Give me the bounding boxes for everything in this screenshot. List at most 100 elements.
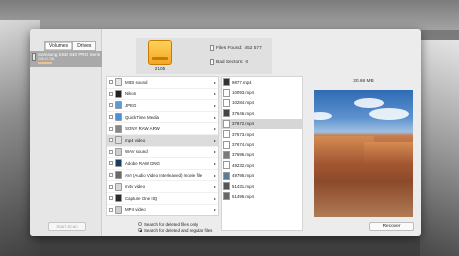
option-label: Search for deleted and regular files <box>144 227 213 233</box>
files-found-label: Files Found: <box>216 45 243 51</box>
bad-sectors-stat: Bad Sectors: 0 <box>210 59 248 65</box>
file-type-item[interactable]: Adobe RAW DNG ▸ <box>107 158 218 170</box>
file-name: 37696.mp4 <box>232 152 254 158</box>
checkbox-icon[interactable] <box>109 103 113 108</box>
chevron-right-icon: ▸ <box>213 114 216 120</box>
file-type-item[interactable]: WAV sound ▸ <box>107 147 218 159</box>
file-thumbnail-icon <box>223 109 230 118</box>
desktop-backdrop-right <box>420 40 459 256</box>
search-options: Search for deleted files only Search for… <box>138 221 212 233</box>
tab-volumes[interactable]: Volumes <box>44 41 74 51</box>
file-thumbnail-icon <box>223 150 230 159</box>
file-type-icon <box>115 182 122 191</box>
radio-icon <box>138 222 142 226</box>
volume-detail: 238.47 GB <box>38 57 55 61</box>
file-thumbnail-icon <box>223 171 230 180</box>
file-type-item[interactable]: JPEG ▸ <box>107 100 218 112</box>
file-item[interactable]: 51496.mp4 <box>222 191 302 201</box>
file-item[interactable]: 37674.mp4 <box>222 139 302 149</box>
file-type-label: MP4 video <box>125 207 146 213</box>
file-type-label: mp4 video <box>125 137 146 143</box>
checkbox-icon[interactable] <box>109 115 113 120</box>
file-name: 37646.mp4 <box>232 110 254 116</box>
checkbox-icon[interactable] <box>109 91 113 96</box>
checkbox-icon[interactable] <box>109 173 113 178</box>
file-type-item[interactable]: SONY RAW ARW ▸ <box>107 123 218 135</box>
file-thumbnail-icon <box>223 192 230 201</box>
drive-icon <box>32 53 36 61</box>
checkbox-icon[interactable] <box>109 138 113 143</box>
file-type-label: AVI (Audio Video Interleaved) movie file <box>125 172 203 178</box>
file-item[interactable]: 37672.mp4 <box>222 118 302 129</box>
file-type-label: WAV sound <box>125 149 148 155</box>
bad-sectors-value: 0 <box>245 59 249 65</box>
file-item[interactable]: 49232.mp4 <box>222 160 302 170</box>
file-item[interactable]: 10284.mp4 <box>222 98 302 108</box>
preview-file-size: 20.66 MB <box>353 79 374 84</box>
file-type-label: MIDI sound <box>125 79 148 85</box>
checkbox-icon[interactable] <box>109 161 113 166</box>
file-name: 49795.mp4 <box>232 173 254 179</box>
file-type-item[interactable]: mp4 video ▸ <box>107 134 218 147</box>
file-type-label: QuickTime Media <box>125 114 159 120</box>
app-window: Volumes Drives Samsung SSD 840 PRO Serie… <box>30 29 421 236</box>
radio-selected-icon <box>138 228 142 232</box>
chevron-right-icon: ▸ <box>213 184 216 190</box>
file-item[interactable]: 37673.mp4 <box>222 129 302 139</box>
file-type-label: JPEG <box>125 102 137 108</box>
file-type-label: Nikon <box>125 91 137 97</box>
file-type-item[interactable]: MP4 video ▸ <box>107 205 218 215</box>
option-deleted-and-regular[interactable]: Search for deleted and regular files <box>138 227 212 233</box>
file-name: 10284.mp4 <box>232 100 254 106</box>
chevron-right-icon: ▸ <box>213 207 216 213</box>
file-thumbnail-icon <box>223 119 230 128</box>
file-thumbnail-icon <box>223 182 230 191</box>
volume-item[interactable]: Samsung SSD 840 PRO Series 238.47 GB <box>30 51 102 67</box>
file-type-item[interactable]: Nikon ▸ <box>107 89 218 101</box>
file-name: 37673.mp4 <box>232 131 254 137</box>
file-type-item[interactable]: AVI (Audio Video Interleaved) movie file… <box>107 170 218 182</box>
file-item[interactable]: 37646.mp4 <box>222 108 302 118</box>
chevron-right-icon: ▸ <box>213 172 216 178</box>
checkbox-icon[interactable] <box>109 196 113 201</box>
file-name: 51496.mp4 <box>232 193 254 199</box>
chevron-right-icon: ▸ <box>213 149 216 155</box>
file-thumbnail-icon <box>223 98 230 107</box>
chevron-right-icon: ▸ <box>213 160 216 166</box>
drive-icon <box>148 40 172 65</box>
file-item[interactable]: 10093.mp4 <box>222 87 302 97</box>
file-name: 51431.mp4 <box>232 183 254 189</box>
file-name: 10093.mp4 <box>232 90 254 96</box>
file-thumbnail-icon <box>223 78 230 87</box>
file-name: 37672.mp4 <box>232 121 254 127</box>
checkbox-icon[interactable] <box>109 80 113 85</box>
file-item[interactable]: 49795.mp4 <box>222 171 302 181</box>
file-type-icon <box>115 89 122 98</box>
tab-drives[interactable]: Drives <box>73 41 97 51</box>
start-scan-button[interactable]: Start Scan <box>48 222 86 231</box>
file-type-list: MIDI sound ▸ Nikon ▸ JPEG ▸ QuickTime Media ▸ SO… <box>106 76 219 216</box>
preview-image <box>314 90 413 217</box>
file-type-item[interactable]: MIDI sound ▸ <box>107 77 218 89</box>
checkbox-icon[interactable] <box>109 184 113 189</box>
file-item[interactable]: 37696.mp4 <box>222 150 302 160</box>
file-item[interactable]: 9877.mp4 <box>222 77 302 87</box>
recover-button[interactable]: Recover <box>369 222 414 231</box>
file-type-item[interactable]: m4v video ▸ <box>107 181 218 193</box>
checkbox-icon[interactable] <box>109 207 113 212</box>
drive-number: 2105 <box>154 67 166 72</box>
file-type-item[interactable]: QuickTime Media ▸ <box>107 112 218 124</box>
checkbox-icon[interactable] <box>109 149 113 154</box>
file-thumbnail-icon <box>223 130 230 139</box>
file-type-icon <box>115 136 122 145</box>
file-name: 37674.mp4 <box>232 142 254 148</box>
scan-summary: 2105 Files Found: 452 577 Bad Sectors: 0 <box>136 38 272 74</box>
option-label: Search for deleted files only <box>144 221 199 227</box>
chevron-right-icon: ▸ <box>213 195 216 201</box>
checkbox-icon[interactable] <box>109 126 113 131</box>
preview-panel: 20.66 MB <box>306 76 421 236</box>
file-type-item[interactable]: Capture One IIQ ▸ <box>107 193 218 205</box>
chevron-right-icon: ▸ <box>213 137 216 143</box>
desktop-backdrop-top <box>0 0 459 30</box>
file-item[interactable]: 51431.mp4 <box>222 181 302 191</box>
